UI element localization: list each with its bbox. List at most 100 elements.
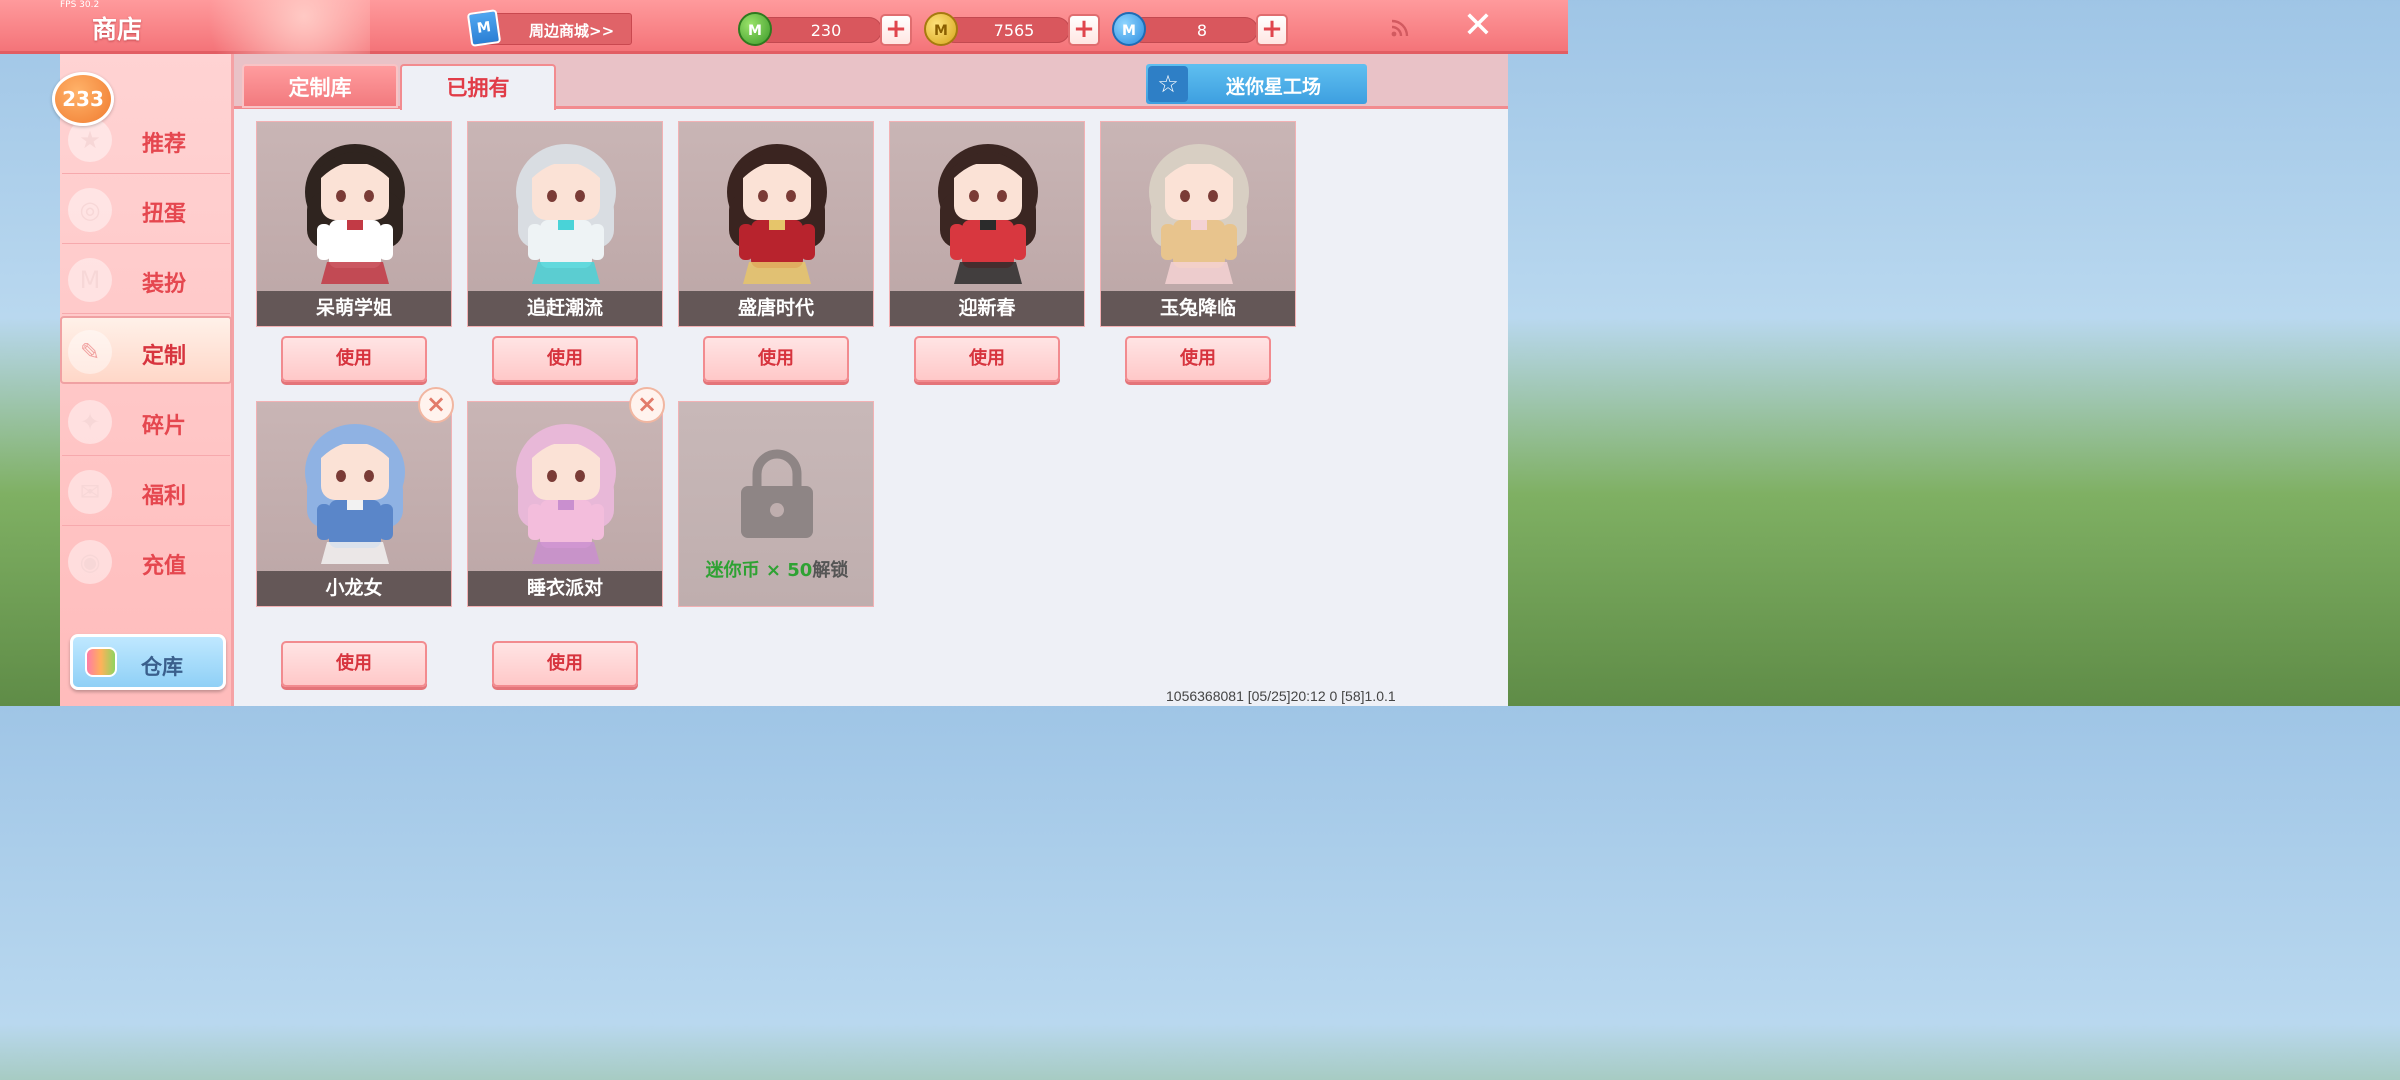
currency-points: 8 M + (1112, 12, 1290, 46)
sidebar-item-recharge[interactable]: ◉ 充值 (62, 528, 230, 584)
avatar-eye (575, 470, 585, 482)
avatar-skirt (743, 262, 811, 284)
page-title: 商店 (92, 15, 143, 44)
sidebar-item-label: 推荐 (142, 132, 187, 157)
avatar-accent (558, 500, 574, 510)
avatar-face (532, 444, 600, 500)
avatar-arm (379, 224, 393, 260)
avatar-eye (997, 190, 1007, 202)
use-button[interactable]: 使用 (281, 336, 427, 382)
outfit-name: 小龙女 (325, 577, 383, 599)
avatar-eye (1180, 190, 1190, 202)
currency-beans-value: 230 (810, 21, 842, 40)
outfit-name: 迎新春 (958, 297, 1016, 319)
avatar-face (532, 164, 600, 220)
outfit-card[interactable]: 玉兔降临 (1100, 121, 1296, 327)
unlock-action: 解锁 (812, 560, 849, 581)
add-beans-button[interactable]: + (880, 14, 912, 46)
outfit-name: 玉兔降临 (1159, 297, 1236, 319)
outfit-name: 盛唐时代 (737, 297, 814, 319)
build-info: 1056368081 [05/25]20:12 0 [58]1.0.1 (1166, 688, 1396, 704)
mini-coin-icon: M (924, 12, 958, 46)
avatar-arm (950, 224, 964, 260)
sidebar-item-label: 定制 (142, 344, 187, 369)
mall-bag-icon: M (466, 9, 502, 47)
outfit-name: 睡衣派对 (526, 577, 603, 599)
sidebar-item-fragments[interactable]: ✦ 碎片 (62, 388, 230, 456)
mini-point-icon: M (1112, 12, 1146, 46)
warehouse-label: 仓库 (141, 655, 183, 679)
warehouse-icon (85, 647, 117, 677)
outfit-preview-image (1149, 144, 1249, 284)
tab-custom-library[interactable]: 定制库 (242, 64, 398, 108)
avatar-eye (336, 470, 346, 482)
outfit-card[interactable]: 盛唐时代 (678, 121, 874, 327)
outfit-card[interactable]: 迎新春 (889, 121, 1085, 327)
avatar-accent (1191, 220, 1207, 230)
shirt-icon: M (68, 258, 112, 302)
avatar-eye (547, 190, 557, 202)
outfit-card[interactable]: 睡衣派对 (467, 401, 663, 607)
sidebar-item-dressup[interactable]: M 装扮 (62, 246, 230, 314)
merch-mall-label: 周边商城>> (529, 22, 615, 40)
outfit-preview-image (516, 144, 616, 284)
outfit-card[interactable]: 小龙女 (256, 401, 452, 607)
use-button[interactable]: 使用 (914, 336, 1060, 382)
avatar-eye (364, 190, 374, 202)
close-icon[interactable]: ✕ (1462, 8, 1494, 44)
avatar-skirt (954, 262, 1022, 284)
sidebar-item-custom[interactable]: ✎ 定制 (60, 316, 232, 384)
lock-icon (741, 449, 813, 538)
avatar-arm (317, 504, 331, 540)
mini-bean-icon: M (738, 12, 772, 46)
avatar-eye (336, 190, 346, 202)
remove-outfit-button[interactable]: × (418, 387, 454, 423)
avatar-arm (1012, 224, 1026, 260)
avatar-arm (739, 224, 753, 260)
tab-owned[interactable]: 已拥有 (400, 64, 556, 110)
avatar-arm (1223, 224, 1237, 260)
sidebar-item-label: 充值 (142, 554, 187, 579)
currency-points-value: 8 (1196, 21, 1208, 40)
avatar-skirt (532, 542, 600, 564)
mini-workshop-button[interactable]: ☆ 迷你星工场 (1146, 64, 1367, 104)
outfit-name: 追赶潮流 (526, 297, 603, 319)
use-button[interactable]: 使用 (703, 336, 849, 382)
use-button[interactable]: 使用 (1125, 336, 1271, 382)
add-points-button[interactable]: + (1256, 14, 1288, 46)
outfit-name: 呆萌学姐 (315, 297, 392, 319)
sidebar-item-gacha[interactable]: ◎ 扭蛋 (62, 176, 230, 244)
avatar-arm (317, 224, 331, 260)
avatar-arm (528, 504, 542, 540)
use-button[interactable]: 使用 (492, 336, 638, 382)
avatar-eye (364, 470, 374, 482)
use-button[interactable]: 使用 (492, 641, 638, 687)
sidebar-item-welfare[interactable]: ✉ 福利 (62, 458, 230, 526)
avatar-eye (969, 190, 979, 202)
level-badge: 233 (52, 72, 114, 126)
avatar-eye (786, 190, 796, 202)
outfit-card[interactable]: 呆萌学姐 (256, 121, 452, 327)
avatar-face (1165, 164, 1233, 220)
avatar-eye (1208, 190, 1218, 202)
sidebar-item-label: 碎片 (142, 414, 187, 439)
remove-outfit-button[interactable]: × (629, 387, 665, 423)
sidebar-item-label: 福利 (142, 484, 187, 509)
outfit-card[interactable]: 追赶潮流 (467, 121, 663, 327)
merch-mall-button[interactable]: M 周边商城>> (466, 9, 632, 47)
locked-slot[interactable]: 迷你币 × 50解锁 (678, 401, 874, 607)
avatar-skirt (532, 262, 600, 284)
outfit-preview-image (305, 424, 405, 564)
sidebar-item-label: 扭蛋 (142, 202, 187, 227)
avatar-accent (980, 220, 996, 230)
unlock-cost: 迷你币 × 50解锁 (679, 556, 875, 582)
avatar-skirt (1165, 262, 1233, 284)
avatar-accent (769, 220, 785, 230)
avatar-eye (575, 190, 585, 202)
star-icon: ☆ (1148, 66, 1188, 102)
add-coins-button[interactable]: + (1068, 14, 1100, 46)
use-button[interactable]: 使用 (281, 641, 427, 687)
warehouse-button[interactable]: 仓库 (70, 634, 226, 690)
avatar-skirt (321, 262, 389, 284)
capsule-icon: ◎ (68, 188, 112, 232)
